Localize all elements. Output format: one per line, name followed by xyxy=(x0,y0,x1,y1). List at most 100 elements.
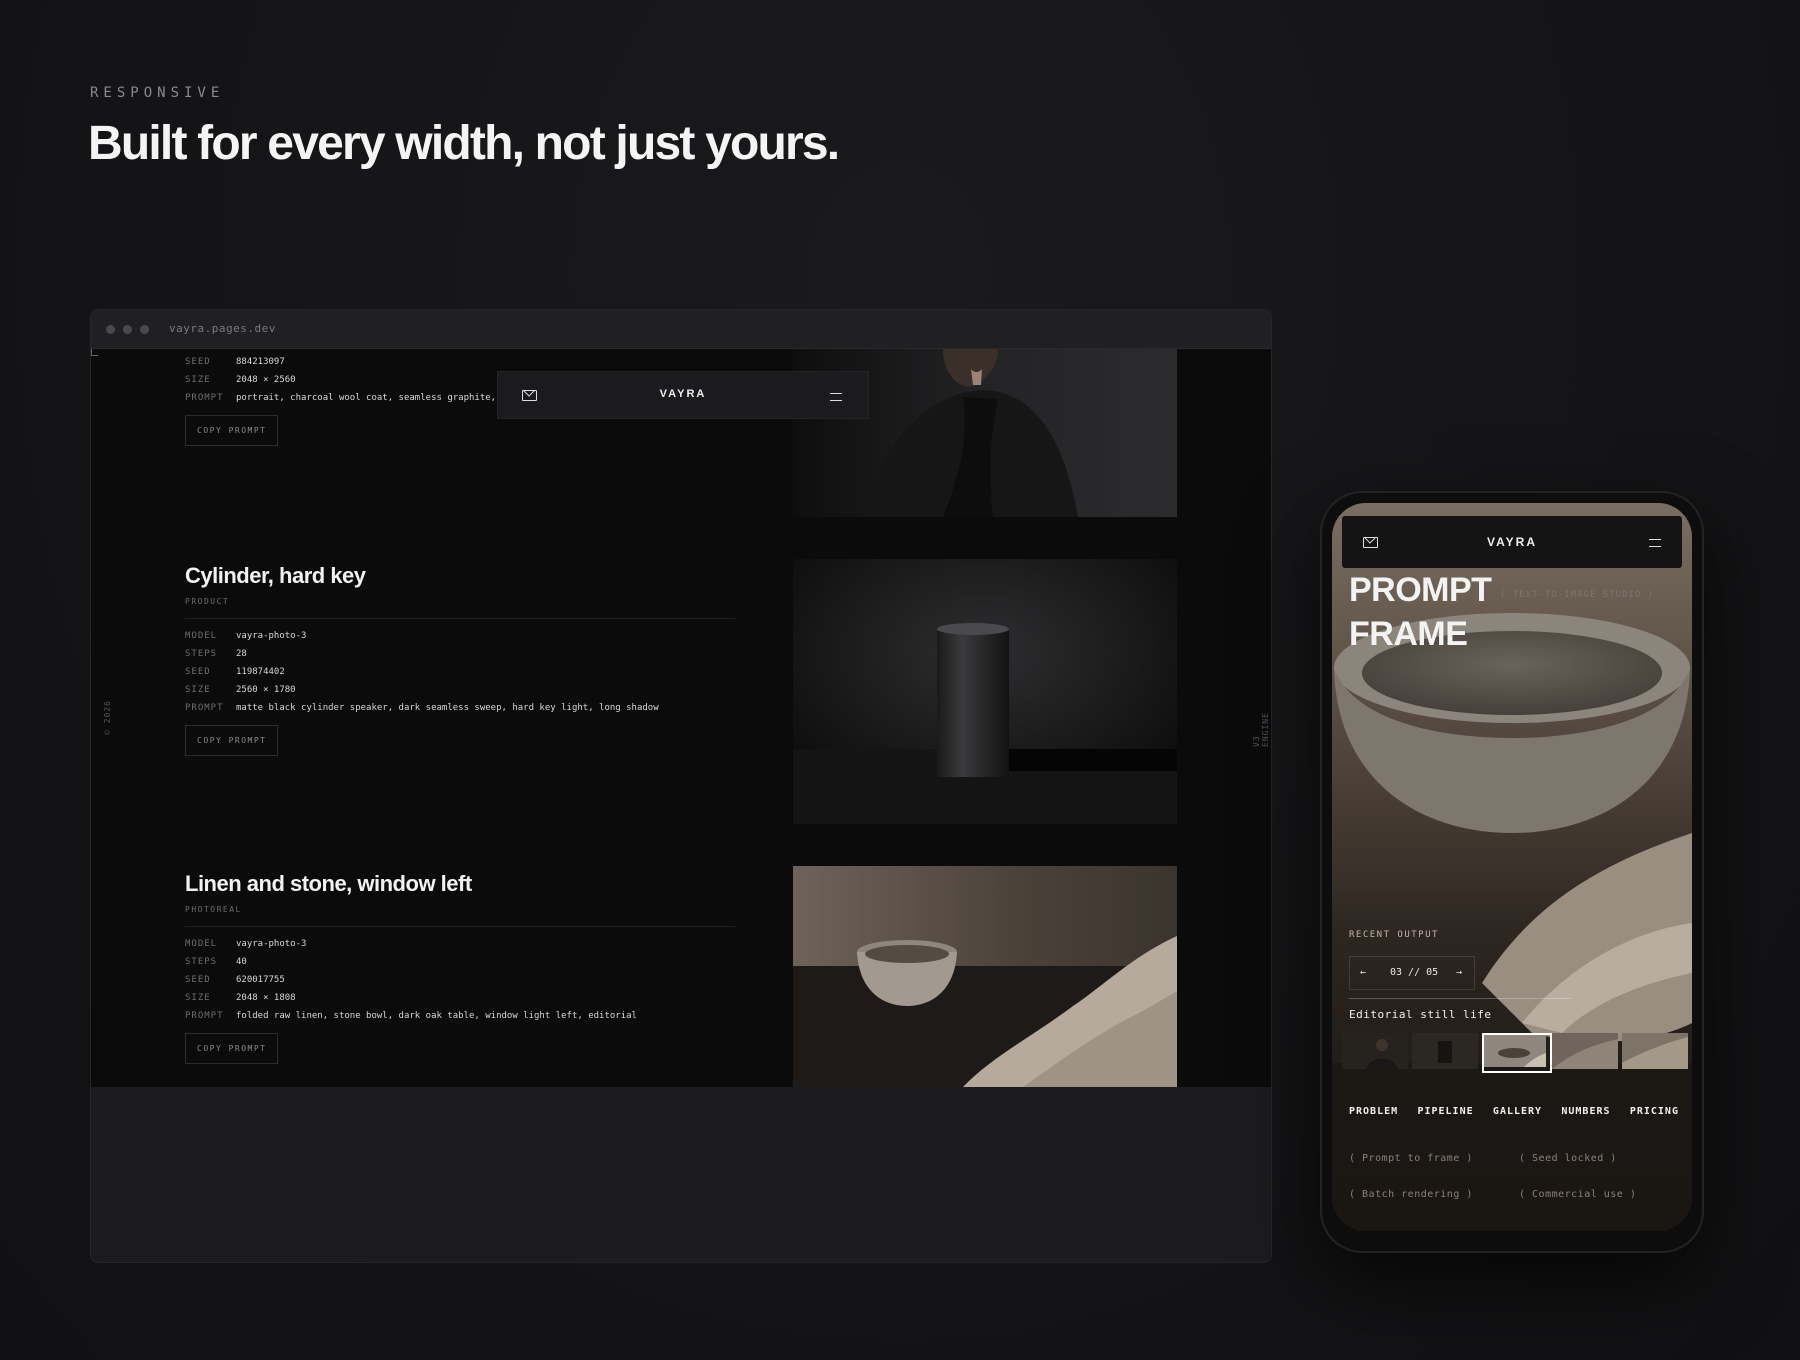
spec-value: 2048 × 2560 xyxy=(236,375,296,385)
arrow-left-icon[interactable]: ← xyxy=(1360,967,1366,978)
thumbnail[interactable] xyxy=(1412,1033,1478,1069)
item-title: Cylinder, hard key xyxy=(185,563,366,588)
spec-row: STEPS 40 xyxy=(185,953,735,971)
slide-caption: Editorial still life xyxy=(1349,1008,1492,1021)
gallery-item: Cylinder, hard key PRODUCT MODEL vayra-ph… xyxy=(185,563,735,756)
recent-output-label: RECENT OUTPUT xyxy=(1349,930,1439,940)
spec-key: SEED xyxy=(185,667,211,677)
copy-prompt-button[interactable]: COPY PROMPT xyxy=(185,725,279,756)
divider xyxy=(185,926,735,927)
section-headline: Built for every width, not just yours. xyxy=(88,117,840,170)
side-label-left: © 2026 xyxy=(103,700,112,735)
spec-row: STEPS 28 xyxy=(185,645,735,663)
thumbnail-linen-detail-image xyxy=(1622,1033,1688,1069)
feature-pill: ( Prompt to frame ) xyxy=(1349,1153,1473,1164)
cylinder-image xyxy=(793,559,1177,824)
spec-row: SIZE 2048 × 1808 xyxy=(185,989,735,1007)
brand-logo[interactable]: VAYRA xyxy=(1342,535,1682,549)
section-menu: PROBLEM PIPELINE GALLERY NUMBERS PRICING xyxy=(1349,1106,1679,1117)
spec-value: matte black cylinder speaker, dark seaml… xyxy=(236,703,659,713)
spec-key: STEPS xyxy=(185,957,218,967)
copy-prompt-button[interactable]: COPY PROMPT xyxy=(185,1033,279,1064)
spec-key: SIZE xyxy=(185,993,211,1003)
gallery-photo-linen xyxy=(793,866,1177,1087)
browser-window: vayra.pages.dev © 2026 V3 ENGINE SEED 88… xyxy=(90,309,1272,1263)
thumbnail-linen-image xyxy=(1484,1035,1546,1067)
brand-logo[interactable]: VAYRA xyxy=(498,388,868,400)
spec-row: MODEL vayra-photo-3 xyxy=(185,627,735,645)
spec-key: PROMPT xyxy=(185,703,224,713)
spec-row: PROMPT folded raw linen, stone bowl, dark… xyxy=(185,1007,735,1025)
linen-stone-image xyxy=(793,866,1177,1087)
thumbnail-cylinder-image xyxy=(1412,1033,1478,1069)
spec-row: MODEL vayra-photo-3 xyxy=(185,935,735,953)
spec-list: MODEL vayra-photo-3 STEPS 28 SEED 119874402… xyxy=(185,627,735,756)
menu-icon[interactable] xyxy=(830,393,842,401)
spec-key: PROMPT xyxy=(185,393,224,403)
pager-counter: 03 // 05 xyxy=(1390,967,1439,978)
feature-pill: ( Seed locked ) xyxy=(1519,1153,1617,1164)
hero-title: PROMPT FRAME xyxy=(1349,568,1492,656)
thumbnail[interactable] xyxy=(1552,1033,1618,1069)
hero-tagline: ( TEXT-TO-IMAGE STUDIO ) xyxy=(1500,590,1655,600)
site-nav-bar: VAYRA xyxy=(497,371,869,419)
spec-value: vayra-photo-3 xyxy=(236,939,307,949)
spec-key: SEED xyxy=(185,357,211,367)
spec-list: MODEL vayra-photo-3 STEPS 40 SEED 620017755… xyxy=(185,935,735,1064)
spec-value: 119874402 xyxy=(236,667,285,677)
spec-value: portrait, charcoal wool coat, seamless g… xyxy=(236,393,497,403)
menu-item-pipeline[interactable]: PIPELINE xyxy=(1417,1106,1473,1117)
spec-key: PROMPT xyxy=(185,1011,224,1021)
spec-value: 2560 × 1780 xyxy=(236,685,296,695)
spec-row: PROMPT matte black cylinder speaker, dark… xyxy=(185,699,735,717)
spec-key: SIZE xyxy=(185,685,211,695)
spec-key: MODEL xyxy=(185,939,218,949)
address-bar-url[interactable]: vayra.pages.dev xyxy=(169,322,276,335)
thumbnail-portrait-image xyxy=(1342,1033,1408,1069)
browser-viewport[interactable]: © 2026 V3 ENGINE SEED 884213097 SIZE 204… xyxy=(91,349,1271,1087)
menu-item-numbers[interactable]: NUMBERS xyxy=(1561,1106,1610,1117)
corner-mark xyxy=(91,349,98,356)
divider xyxy=(185,618,735,619)
thumbnail[interactable] xyxy=(1622,1033,1688,1069)
spec-row: SEED 620017755 xyxy=(185,971,735,989)
thumbnail[interactable] xyxy=(1342,1033,1408,1069)
carousel-pager: ← 03 // 05 → xyxy=(1349,956,1475,990)
menu-item-pricing[interactable]: PRICING xyxy=(1630,1106,1679,1117)
section-eyebrow: RESPONSIVE xyxy=(90,85,225,101)
spec-key: STEPS xyxy=(185,649,218,659)
spec-value: 2048 × 1808 xyxy=(236,993,296,1003)
menu-item-problem[interactable]: PROBLEM xyxy=(1349,1106,1398,1117)
copy-prompt-button[interactable]: COPY PROMPT xyxy=(185,415,279,446)
spec-key: MODEL xyxy=(185,631,218,641)
arrow-right-icon[interactable]: → xyxy=(1456,967,1462,978)
spec-row: SIZE 2560 × 1780 xyxy=(185,681,735,699)
browser-toolbar: vayra.pages.dev xyxy=(91,310,1271,349)
spec-key: SIZE xyxy=(185,375,211,385)
thumbnail-active[interactable] xyxy=(1482,1033,1552,1073)
phone-screen[interactable]: VAYRA PROMPT FRAME ( TEXT-TO-IMAGE STUDI… xyxy=(1332,503,1692,1231)
window-maximize-dot[interactable] xyxy=(140,325,149,334)
gallery-item: Linen and stone, window left PHOTOREAL M… xyxy=(185,871,735,1064)
side-label-right: V3 ENGINE xyxy=(1252,712,1270,747)
spec-key: SEED xyxy=(185,975,211,985)
menu-icon[interactable] xyxy=(1649,539,1661,547)
window-close-dot[interactable] xyxy=(106,325,115,334)
feature-pill: ( Commercial use ) xyxy=(1519,1189,1637,1200)
spec-value: folded raw linen, stone bowl, dark oak t… xyxy=(236,1011,637,1021)
divider xyxy=(1349,998,1571,999)
thumbnail-fabric-image xyxy=(1552,1033,1618,1069)
hero-title-line-1: PROMPT xyxy=(1349,571,1492,609)
spec-row: SEED 884213097 xyxy=(185,353,735,371)
feature-pill: ( Batch rendering ) xyxy=(1349,1189,1473,1200)
hero-title-line-2: FRAME xyxy=(1349,615,1468,653)
menu-item-gallery[interactable]: GALLERY xyxy=(1493,1106,1542,1117)
item-category: PHOTOREAL xyxy=(185,905,242,914)
gallery-photo-cylinder xyxy=(793,559,1177,824)
spec-value: 28 xyxy=(236,649,247,659)
window-minimize-dot[interactable] xyxy=(123,325,132,334)
spec-value: 884213097 xyxy=(236,357,285,367)
phone-nav-bar: VAYRA xyxy=(1342,516,1682,568)
spec-row: SEED 119874402 xyxy=(185,663,735,681)
item-title: Linen and stone, window left xyxy=(185,871,472,896)
